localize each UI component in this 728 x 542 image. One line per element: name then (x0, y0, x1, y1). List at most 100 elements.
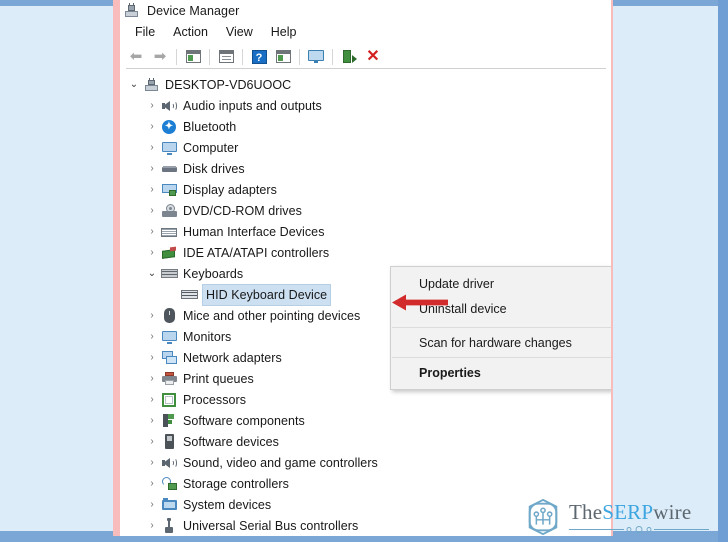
tree-row-sound-video-and-game-controllers[interactable]: › Sound, video and game controllers (120, 452, 611, 473)
context-menu-separator (392, 327, 611, 328)
chevron-right-icon[interactable]: › (144, 436, 160, 447)
keyboard-device-icon (180, 287, 198, 303)
menu-item-action[interactable]: Action (164, 23, 217, 41)
context-menu[interactable]: Update driver Uninstall device Scan for … (390, 266, 611, 390)
chevron-right-icon[interactable]: › (144, 352, 160, 363)
tree-label: Network adapters (183, 350, 282, 365)
annotation-arrow-icon (392, 294, 448, 311)
watermark-divider-icon (569, 525, 709, 533)
tree-label: DVD/CD-ROM drives (183, 203, 302, 218)
chevron-right-icon[interactable]: › (144, 121, 160, 132)
tree-row-software-devices[interactable]: › Software devices (120, 431, 611, 452)
enable-device-icon[interactable] (337, 46, 361, 68)
menu-bar: File Action View Help (120, 21, 611, 43)
chevron-right-icon[interactable]: › (144, 373, 160, 384)
menu-item-view[interactable]: View (217, 23, 262, 41)
watermark-text: TheSERPwire (569, 499, 709, 533)
title-bar: Device Manager (120, 0, 611, 21)
chevron-right-icon[interactable]: › (144, 247, 160, 258)
back-arrow-icon[interactable]: ⬅ (124, 46, 148, 68)
disk-drive-icon (160, 161, 178, 177)
network-adapter-icon (160, 350, 178, 366)
ide-controller-icon (160, 245, 178, 261)
tree-row-display-adapters[interactable]: › Display adapters (120, 179, 611, 200)
forward-arrow-icon[interactable]: ➡ (148, 46, 172, 68)
chevron-right-icon[interactable]: › (144, 310, 160, 321)
window-title: Device Manager (147, 3, 240, 18)
toolbar: ⬅ ➡ ? ✕ (120, 44, 611, 69)
tree-row-bluetooth[interactable]: › ✦ Bluetooth (120, 116, 611, 137)
uninstall-device-icon[interactable]: ✕ (361, 46, 385, 68)
selection-highlight: HID Keyboard Device (201, 283, 332, 306)
tree-row-disk-drives[interactable]: › Disk drives (120, 158, 611, 179)
toolbar-divider (126, 68, 606, 69)
tree-row-processors[interactable]: › Processors (120, 389, 611, 410)
context-menu-item-update-driver[interactable]: Update driver (391, 271, 611, 296)
usb-controller-icon (160, 518, 178, 534)
screenshot-root: Device Manager File Action View Help ⬅ ➡ (0, 0, 728, 542)
tree-label: IDE ATA/ATAPI controllers (183, 245, 330, 260)
mouse-icon (160, 308, 178, 324)
toolbar-separator (176, 48, 177, 65)
menu-item-file[interactable]: File (126, 23, 164, 41)
tree-label: Computer (183, 140, 239, 155)
context-menu-separator (392, 357, 611, 358)
show-hide-console-tree-icon[interactable] (181, 46, 205, 68)
chevron-right-icon[interactable]: › (144, 499, 160, 510)
context-menu-item-properties[interactable]: Properties (391, 360, 611, 385)
printer-icon (160, 371, 178, 387)
chevron-right-icon[interactable]: › (144, 394, 160, 405)
tree-row-audio-inputs-and-outputs[interactable]: › Audio inputs and outputs (120, 95, 611, 116)
display-adapter-icon (160, 182, 178, 198)
context-menu-item-scan-for-hardware-changes[interactable]: Scan for hardware changes (391, 330, 611, 355)
tree-label: Human Interface Devices (183, 224, 325, 239)
tree-row-dvd-cd-rom-drives[interactable]: › DVD/CD-ROM drives (120, 200, 611, 221)
watermark: TheSERPwire (524, 496, 720, 538)
tree-label: Display adapters (183, 182, 277, 197)
tree-label: Print queues (183, 371, 254, 386)
chevron-down-icon[interactable]: ⌄ (144, 268, 160, 279)
tree-row-computer[interactable]: › Computer (120, 137, 611, 158)
theserpwire-logo-icon (528, 498, 558, 536)
tree-label: System devices (183, 497, 272, 512)
chevron-right-icon[interactable]: › (144, 478, 160, 489)
update-driver-icon[interactable] (271, 46, 295, 68)
tree-label: Audio inputs and outputs (183, 98, 322, 113)
tree-row-ide-ata-atapi-controllers[interactable]: › IDE ATA/ATAPI controllers (120, 242, 611, 263)
chevron-right-icon[interactable]: › (144, 331, 160, 342)
chevron-right-icon[interactable]: › (144, 142, 160, 153)
chevron-right-icon[interactable]: › (144, 226, 160, 237)
tree-label: Sound, video and game controllers (183, 455, 378, 470)
tree-label: Universal Serial Bus controllers (183, 518, 359, 533)
tree-label: Storage controllers (183, 476, 289, 491)
scan-for-hardware-changes-icon[interactable] (304, 46, 328, 68)
computer-icon (142, 77, 160, 93)
help-icon[interactable]: ? (247, 46, 271, 68)
chevron-down-icon[interactable]: ⌄ (126, 79, 142, 90)
chevron-right-icon[interactable]: › (144, 184, 160, 195)
chevron-right-icon[interactable]: › (144, 163, 160, 174)
watermark-part-the: The (569, 499, 603, 524)
menu-item-help[interactable]: Help (262, 23, 306, 41)
tree-row-root[interactable]: ⌄ DESKTOP-VD6UOOC (120, 74, 611, 95)
hid-icon (160, 224, 178, 240)
storage-controller-icon (160, 476, 178, 492)
tree-label: HID Keyboard Device (206, 287, 328, 302)
tree-row-software-components[interactable]: › Software components (120, 410, 611, 431)
tree-label: DESKTOP-VD6UOOC (165, 77, 292, 92)
monitor-icon (160, 329, 178, 345)
watermark-part-serp: SERP (602, 499, 654, 524)
chevron-right-icon[interactable]: › (144, 415, 160, 426)
watermark-wordmark: TheSERPwire (569, 499, 709, 524)
tree-label: Keyboards (183, 266, 244, 281)
tree-row-storage-controllers[interactable]: › Storage controllers (120, 473, 611, 494)
chevron-right-icon[interactable]: › (144, 205, 160, 216)
properties-icon[interactable] (214, 46, 238, 68)
help-glyph: ? (251, 49, 267, 64)
chevron-right-icon[interactable]: › (144, 100, 160, 111)
chevron-right-icon[interactable]: › (144, 520, 160, 531)
software-device-icon (160, 434, 178, 450)
chevron-right-icon[interactable]: › (144, 457, 160, 468)
tree-row-human-interface-devices[interactable]: › Human Interface Devices (120, 221, 611, 242)
tree-label: Monitors (183, 329, 232, 344)
